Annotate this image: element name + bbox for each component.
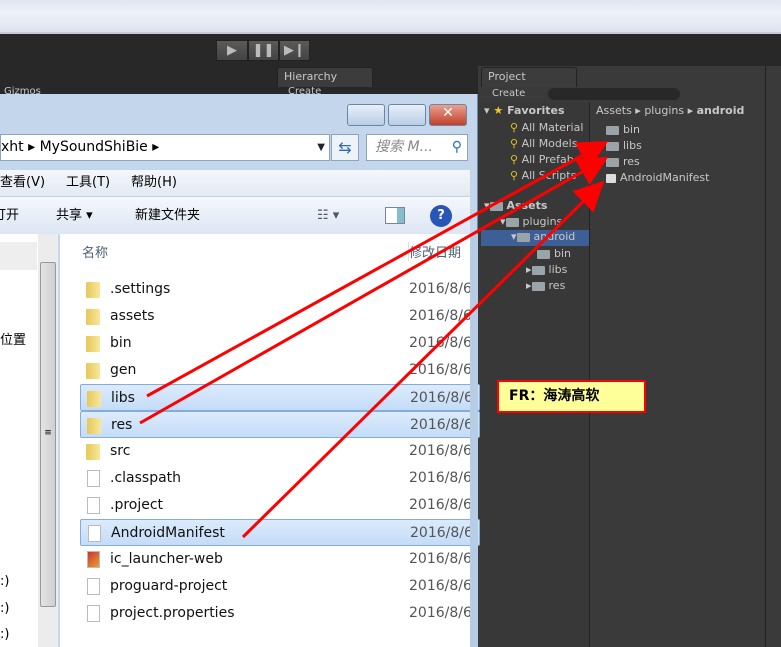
annotation-arrows: [139, 141, 609, 539]
annotation-label: FR：海涛高软: [497, 380, 646, 413]
arrow-libs: [146, 141, 609, 398]
arrow-manifest: [241, 180, 605, 539]
